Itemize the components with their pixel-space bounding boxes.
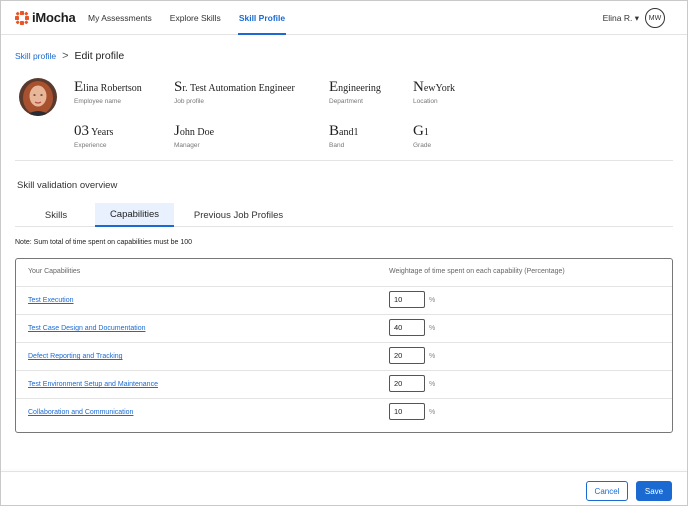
weightage-input[interactable]	[389, 291, 425, 308]
breadcrumb-current-page: Edit profile	[74, 50, 125, 62]
nav-skill-profile[interactable]: Skill Profile	[237, 1, 287, 35]
band-label: Band	[329, 142, 345, 149]
imocha-logo[interactable]: iMocha	[15, 10, 76, 25]
save-button[interactable]: Save	[636, 481, 672, 501]
user-name-dropdown[interactable]: Elina R. ▾	[603, 13, 639, 24]
experience-number: 03	[74, 123, 89, 139]
manager-field: John Doe Manager	[174, 123, 214, 149]
band-initial: B	[329, 123, 340, 139]
weightage-input[interactable]	[389, 319, 425, 336]
band-field: Band1 Band	[329, 123, 358, 149]
tab-previous-job-profiles[interactable]: Previous Job Profiles	[182, 203, 295, 227]
percent-unit: %	[429, 381, 436, 388]
table-row: Collaboration and Communication %	[16, 398, 672, 426]
footer-divider	[1, 471, 687, 472]
grade-initial: G	[413, 123, 424, 139]
employee-name-initial: E	[74, 79, 84, 95]
capability-link[interactable]: Test Case Design and Documentation	[28, 325, 146, 332]
weightage-input[interactable]	[389, 347, 425, 364]
capability-link[interactable]: Collaboration and Communication	[28, 409, 133, 416]
capability-link[interactable]: Test Environment Setup and Maintenance	[28, 381, 158, 388]
col-header-weightage: Weightage of time spent on each capabili…	[389, 268, 565, 275]
location-field: NewYork Location	[413, 79, 455, 105]
percent-unit: %	[429, 409, 436, 416]
capabilities-table: Your Capabilities Weightage of time spen…	[15, 258, 673, 433]
capabilities-note: Note: Sum total of time spent on capabil…	[15, 239, 193, 246]
profile-divider	[15, 160, 673, 161]
table-row: Test Execution %	[16, 286, 672, 314]
validation-tabs: Skills Capabilities Previous Job Profile…	[15, 203, 673, 227]
nav-my-assessments[interactable]: My Assessments	[87, 1, 153, 35]
weightage-input[interactable]	[389, 375, 425, 392]
main-nav: My Assessments Explore Skills Skill Prof…	[87, 1, 287, 35]
weightage-input[interactable]	[389, 403, 425, 420]
user-menu[interactable]: Elina R. ▾ MW	[603, 8, 665, 28]
location-value: NewYork	[413, 79, 455, 96]
tab-skills[interactable]: Skills	[23, 203, 89, 227]
manager-rest: ohn Doe	[179, 127, 215, 138]
breadcrumb-skill-profile-link[interactable]: Skill profile	[15, 51, 56, 61]
department-field: Engineering Department	[329, 79, 381, 105]
employee-photo-image	[19, 78, 57, 116]
imocha-logo-icon	[15, 10, 29, 25]
location-initial: N	[413, 79, 424, 95]
department-rest: ngineering	[338, 83, 381, 94]
grade-rest: 1	[423, 127, 429, 138]
table-row: Test Environment Setup and Maintenance %	[16, 370, 672, 398]
department-value: Engineering	[329, 79, 381, 96]
band-value: Band1	[329, 123, 358, 140]
skill-validation-title: Skill validation overview	[17, 180, 118, 191]
manager-value: John Doe	[174, 123, 214, 140]
app-window: iMocha My Assessments Explore Skills Ski…	[0, 0, 688, 506]
band-rest: and1	[339, 127, 359, 138]
percent-unit: %	[429, 353, 436, 360]
top-navigation-bar: iMocha My Assessments Explore Skills Ski…	[1, 1, 687, 35]
job-profile-label: Job profile	[174, 98, 204, 105]
job-profile-field: Sr. Test Automation Engineer Job profile	[174, 79, 295, 105]
breadcrumb-separator: >	[62, 50, 69, 62]
location-label: Location	[413, 98, 438, 105]
grade-field: G1 Grade	[413, 123, 431, 149]
job-profile-value: Sr. Test Automation Engineer	[174, 79, 295, 96]
employee-name-rest: lina Robertson	[83, 83, 142, 94]
tab-capabilities[interactable]: Capabilities	[95, 203, 174, 227]
location-rest: ewYork	[423, 83, 456, 94]
employee-photo	[19, 78, 57, 116]
breadcrumb: Skill profile > Edit profile	[15, 50, 124, 62]
job-profile-rest: r. Test Automation Engineer	[182, 83, 295, 94]
department-initial: E	[329, 79, 339, 95]
experience-label: Experience	[74, 142, 107, 149]
col-header-capabilities: Your Capabilities	[28, 268, 81, 275]
experience-value: 03 Years	[74, 123, 113, 140]
experience-field: 03 Years Experience	[74, 123, 113, 149]
nav-explore-skills[interactable]: Explore Skills	[169, 1, 222, 35]
user-avatar[interactable]: MW	[645, 8, 665, 28]
logo-text: iMocha	[32, 10, 76, 25]
capability-link[interactable]: Defect Reporting and Tracking	[28, 353, 123, 360]
manager-label: Manager	[174, 142, 200, 149]
employee-name-value: Elina Robertson	[74, 79, 142, 96]
table-row: Test Case Design and Documentation %	[16, 314, 672, 342]
experience-unit: Years	[89, 127, 114, 138]
grade-label: Grade	[413, 142, 432, 149]
capability-link[interactable]: Test Execution	[28, 297, 74, 304]
percent-unit: %	[429, 297, 436, 304]
table-row: Defect Reporting and Tracking %	[16, 342, 672, 370]
employee-name-field: Elina Robertson Employee name	[74, 79, 142, 105]
department-label: Department	[329, 98, 363, 105]
grade-value: G1	[413, 123, 431, 140]
percent-unit: %	[429, 325, 436, 332]
cancel-button[interactable]: Cancel	[586, 481, 628, 501]
employee-name-label: Employee name	[74, 98, 121, 105]
